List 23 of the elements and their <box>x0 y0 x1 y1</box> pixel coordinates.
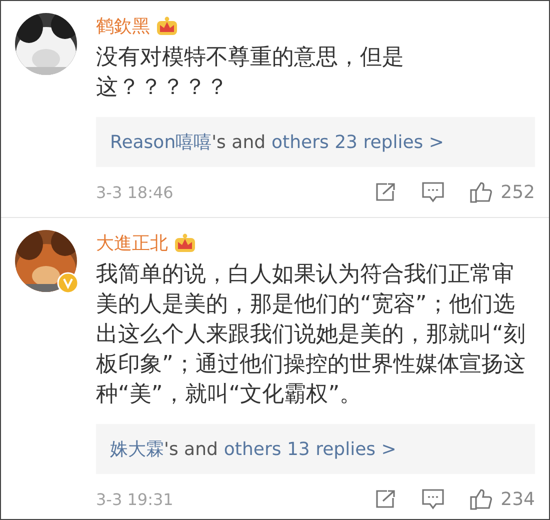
replies-connector: 's and <box>164 438 218 460</box>
user-name[interactable]: 鹤欽黑 <box>96 14 150 38</box>
like-count: 234 <box>500 488 535 510</box>
comment-icon[interactable] <box>420 488 445 510</box>
replier-link[interactable]: Reason嘻嘻 <box>110 130 212 154</box>
comment-time: 3-3 18:46 <box>96 182 174 202</box>
replies-connector: 's and <box>212 132 266 152</box>
like-icon[interactable] <box>468 180 493 204</box>
comment-text: 这？？？？？ <box>96 74 229 102</box>
more-replies-link[interactable]: others 13 replies > <box>224 438 396 460</box>
comment-text: 没有对模特不尊重的意思，但是 <box>96 44 405 72</box>
like-count: 252 <box>500 182 535 202</box>
like-icon[interactable] <box>468 487 493 511</box>
replier-link[interactable]: 姝大霖 <box>110 437 164 461</box>
comment-text: 我简单的说，白人如果认为符合我们正常审美的人是美的，那是他们的“宽容”；他们选出这么个人来跟我们说她是美的，那就叫“刻板印象”；通过他们操控的世界性媒体宣扬这种“美”，就叫“文化霸权”。 <box>96 261 526 409</box>
replies-panel[interactable]: Reason嘻嘻's and others 23 replies > <box>96 117 535 167</box>
comment-icon[interactable] <box>420 181 445 203</box>
share-icon[interactable] <box>374 489 397 509</box>
share-icon[interactable] <box>374 182 397 202</box>
replies-panel[interactable]: 姝大霖's and others 13 replies > <box>96 424 535 474</box>
user-name[interactable]: 大進正北 <box>96 231 168 255</box>
comment-time: 3-3 19:31 <box>96 490 174 508</box>
more-replies-link[interactable]: others 23 replies > <box>272 132 444 152</box>
